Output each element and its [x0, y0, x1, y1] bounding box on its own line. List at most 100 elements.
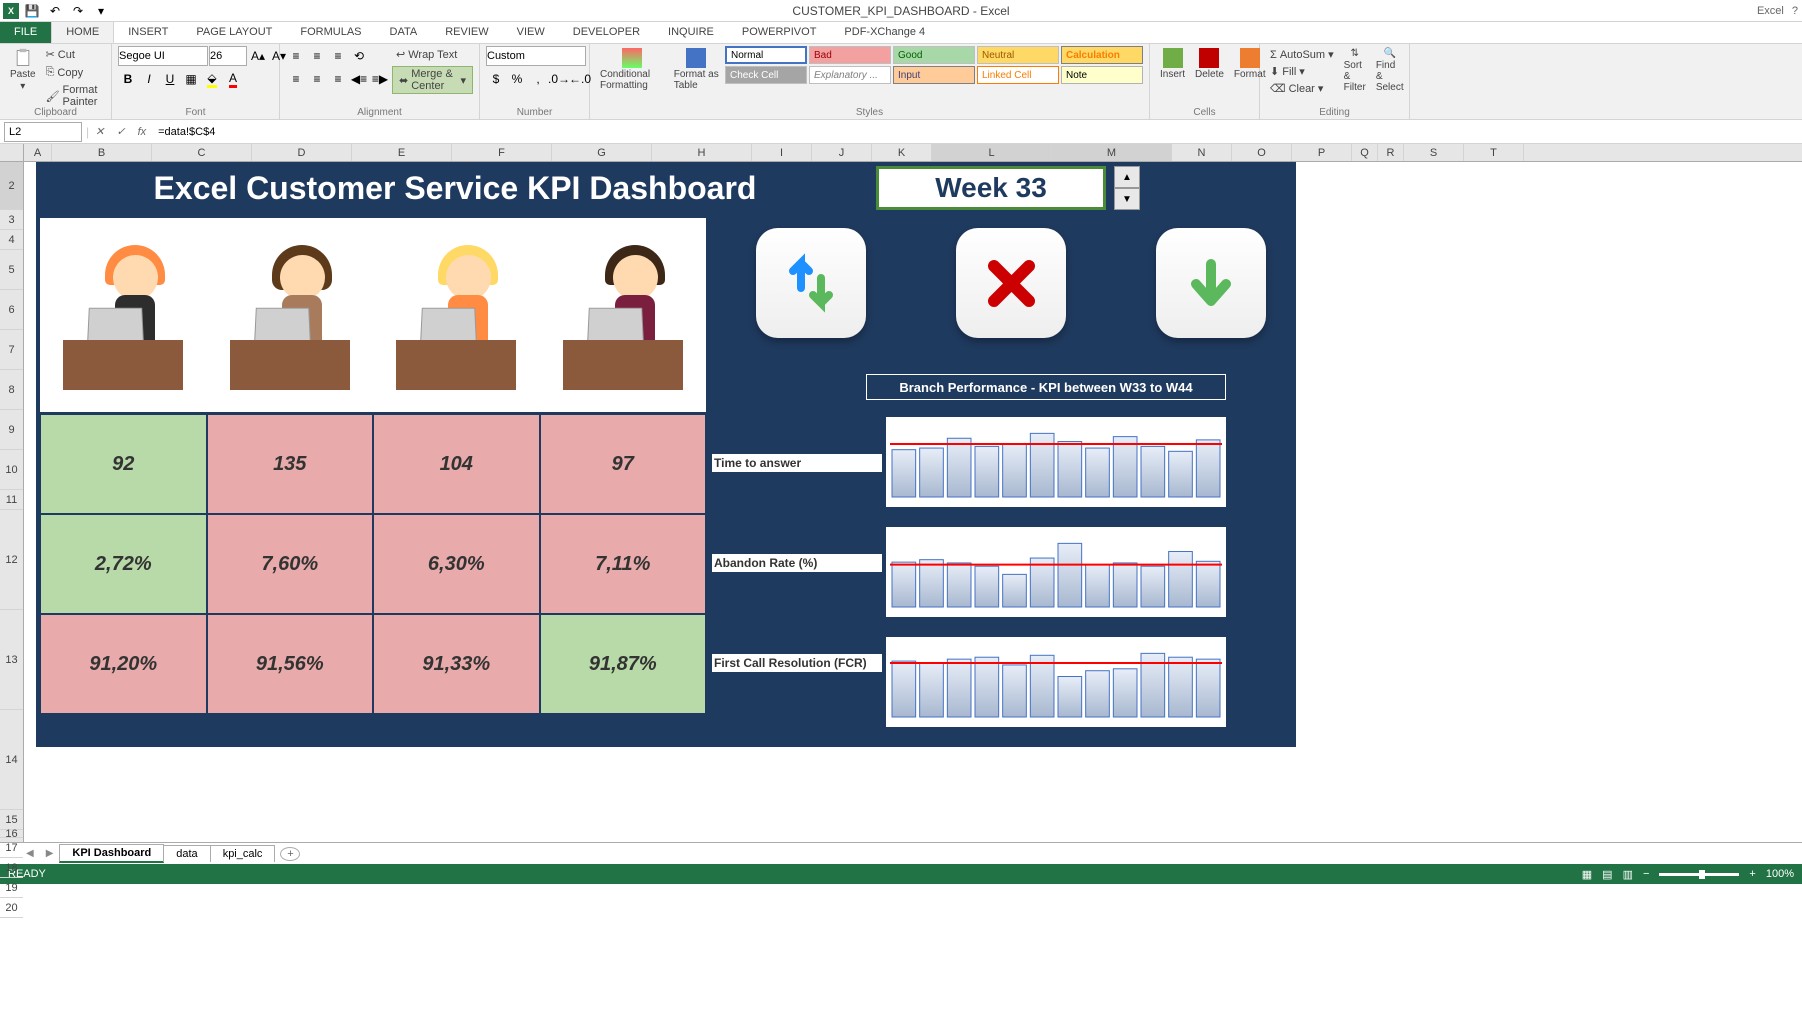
font-size-select[interactable]	[209, 46, 247, 66]
underline-button[interactable]: U	[160, 69, 180, 89]
sheet-tab-kpi-calc[interactable]: kpi_calc	[210, 845, 276, 862]
col-header-N[interactable]: N	[1172, 144, 1232, 161]
fill-button[interactable]: ⬇Fill ▾	[1266, 63, 1338, 80]
kpi-cell-r2-c0[interactable]: 91,20%	[40, 614, 207, 714]
add-sheet-button[interactable]: +	[280, 847, 300, 861]
format-painter-button[interactable]: 🖌Format Painter	[42, 82, 105, 110]
worksheet-canvas[interactable]: Excel Customer Service KPI Dashboard Wee…	[24, 162, 1802, 842]
kpi-cell-r1-c3[interactable]: 7,11%	[540, 514, 707, 614]
fx-button[interactable]: fx	[132, 126, 153, 138]
italic-button[interactable]: I	[139, 69, 159, 89]
sheet-tab-data[interactable]: data	[163, 845, 210, 862]
style-linked-cell[interactable]: Linked Cell	[977, 66, 1059, 84]
qat-customize-button[interactable]: ▾	[91, 2, 111, 20]
zoom-out-button[interactable]: −	[1643, 868, 1649, 880]
col-header-I[interactable]: I	[752, 144, 812, 161]
border-button[interactable]: ▦	[181, 69, 201, 89]
insert-cells-button[interactable]: Insert	[1156, 46, 1189, 82]
tab-nav-next[interactable]: ▶	[40, 848, 60, 859]
tab-insert[interactable]: INSERT	[114, 21, 182, 43]
align-right-button[interactable]: ≡	[328, 69, 348, 89]
zoom-level[interactable]: 100%	[1766, 868, 1794, 880]
col-header-M[interactable]: M	[1052, 144, 1172, 161]
style-good[interactable]: Good	[893, 46, 975, 64]
help-button[interactable]: ?	[1792, 5, 1798, 17]
col-header-O[interactable]: O	[1232, 144, 1292, 161]
tab-view[interactable]: VIEW	[503, 21, 559, 43]
font-name-select[interactable]	[118, 46, 208, 66]
col-header-G[interactable]: G	[552, 144, 652, 161]
style-calculation[interactable]: Calculation	[1061, 46, 1143, 64]
zoom-slider[interactable]	[1659, 873, 1739, 876]
number-format-select[interactable]	[486, 46, 586, 66]
kpi-cell-r0-c0[interactable]: 92	[40, 414, 207, 514]
row-header-12[interactable]: 12	[0, 510, 23, 610]
spinner-up-button[interactable]: ▲	[1114, 166, 1140, 188]
tab-formulas[interactable]: FORMULAS	[286, 21, 375, 43]
clear-button[interactable]: ⌫Clear ▾	[1266, 80, 1338, 97]
bold-button[interactable]: B	[118, 69, 138, 89]
find-select-button[interactable]: 🔍Find & Select	[1372, 46, 1408, 95]
select-all-corner[interactable]	[0, 144, 24, 161]
kpi-cell-r2-c2[interactable]: 91,33%	[373, 614, 540, 714]
tab-developer[interactable]: DEVELOPER	[559, 21, 654, 43]
row-header-13[interactable]: 13	[0, 610, 23, 710]
col-header-K[interactable]: K	[872, 144, 932, 161]
font-color-button[interactable]: A	[223, 69, 243, 89]
style-explanatory[interactable]: Explanatory ...	[809, 66, 891, 84]
kpi-cell-r0-c1[interactable]: 135	[207, 414, 374, 514]
col-header-P[interactable]: P	[1292, 144, 1352, 161]
sheet-tab-kpi-dashboard[interactable]: KPI Dashboard	[59, 844, 164, 863]
view-normal-button[interactable]: ▦	[1582, 868, 1592, 881]
file-tab[interactable]: FILE	[0, 21, 51, 43]
cancel-formula-button[interactable]: ✕	[89, 125, 110, 138]
zoom-in-button[interactable]: +	[1749, 868, 1755, 880]
qat-redo-button[interactable]: ↷	[68, 2, 88, 20]
kpi-cell-r1-c2[interactable]: 6,30%	[373, 514, 540, 614]
align-center-button[interactable]: ≡	[307, 69, 327, 89]
orientation-button[interactable]: ⟲	[349, 46, 369, 66]
row-header-14[interactable]: 14	[0, 710, 23, 810]
style-check-cell[interactable]: Check Cell	[725, 66, 807, 84]
row-header-17[interactable]: 17	[0, 838, 23, 858]
paste-button[interactable]: Paste ▾	[6, 46, 40, 94]
cancel-action-button[interactable]	[956, 228, 1066, 338]
col-header-B[interactable]: B	[52, 144, 152, 161]
tab-data[interactable]: DATA	[376, 21, 432, 43]
formula-input[interactable]	[152, 122, 1802, 142]
col-header-E[interactable]: E	[352, 144, 452, 161]
tab-review[interactable]: REVIEW	[431, 21, 502, 43]
comma-button[interactable]: ,	[528, 69, 548, 89]
tab-inquire[interactable]: INQUIRE	[654, 21, 728, 43]
row-header-8[interactable]: 8	[0, 370, 23, 410]
row-header-4[interactable]: 4	[0, 230, 23, 250]
col-header-A[interactable]: A	[24, 144, 52, 161]
style-input[interactable]: Input	[893, 66, 975, 84]
copy-button[interactable]: ⎘Copy	[42, 64, 105, 81]
kpi-cell-r1-c1[interactable]: 7,60%	[207, 514, 374, 614]
account-label[interactable]: Excel	[1757, 5, 1784, 17]
tab-home[interactable]: HOME	[51, 21, 114, 43]
week-selector-cell[interactable]: Week 33	[876, 166, 1106, 210]
kpi-cell-r2-c3[interactable]: 91,87%	[540, 614, 707, 714]
sort-action-button[interactable]	[756, 228, 866, 338]
sort-filter-button[interactable]: ⇅Sort & Filter	[1340, 46, 1370, 95]
kpi-cell-r1-c0[interactable]: 2,72%	[40, 514, 207, 614]
row-header-9[interactable]: 9	[0, 410, 23, 450]
col-header-D[interactable]: D	[252, 144, 352, 161]
col-header-H[interactable]: H	[652, 144, 752, 161]
conditional-formatting-button[interactable]: Conditional Formatting	[596, 46, 668, 93]
col-header-T[interactable]: T	[1464, 144, 1524, 161]
fill-color-button[interactable]: ⬙	[202, 69, 222, 89]
enter-formula-button[interactable]: ✓	[110, 125, 131, 138]
style-neutral[interactable]: Neutral	[977, 46, 1059, 64]
col-header-R[interactable]: R	[1378, 144, 1404, 161]
style-bad[interactable]: Bad	[809, 46, 891, 64]
increase-font-button[interactable]: A▴	[248, 46, 268, 66]
row-header-11[interactable]: 11	[0, 490, 23, 510]
row-header-10[interactable]: 10	[0, 450, 23, 490]
row-header-2[interactable]: 2	[0, 162, 23, 210]
row-header-7[interactable]: 7	[0, 330, 23, 370]
decrease-decimal-button[interactable]: ←.0	[570, 69, 590, 89]
col-header-Q[interactable]: Q	[1352, 144, 1378, 161]
